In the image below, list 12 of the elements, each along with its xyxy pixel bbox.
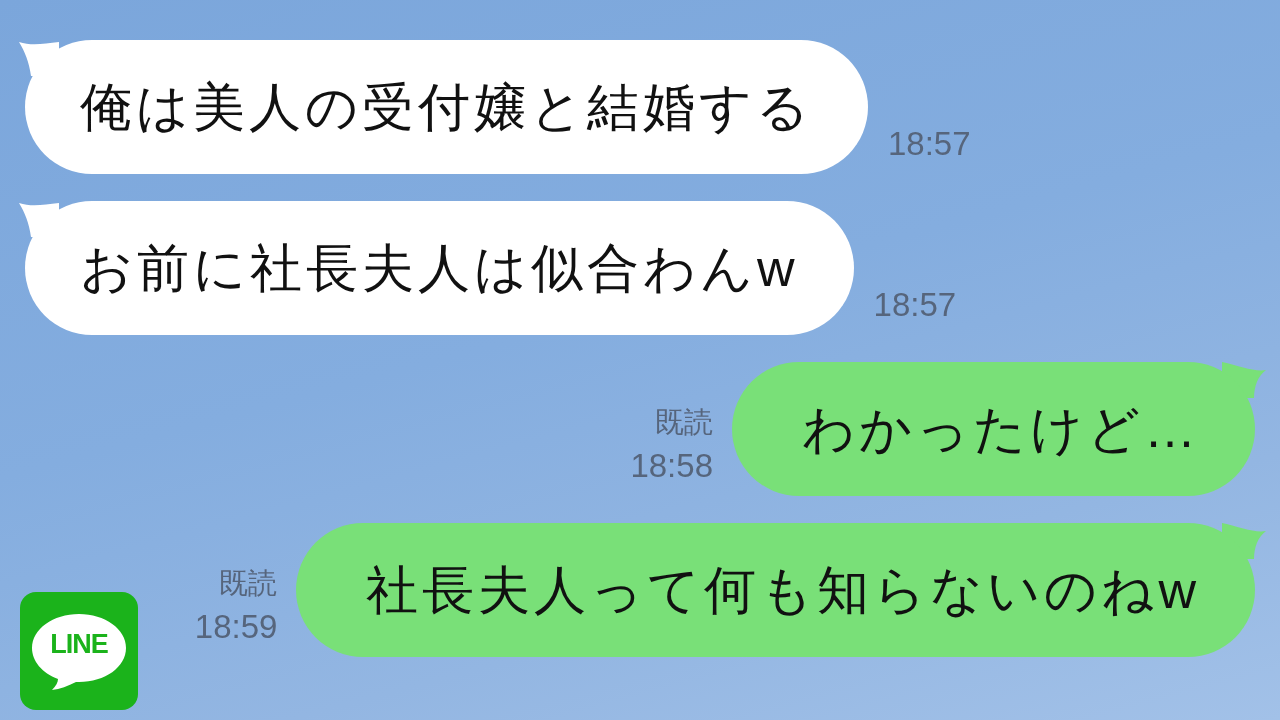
- speech-bubble-icon: [32, 614, 126, 690]
- timestamp: 18:58: [630, 449, 713, 482]
- read-receipt: 既読: [655, 408, 713, 437]
- message-bubble: 社長夫人って何も知らないのねw: [296, 523, 1255, 657]
- timestamp: 18:57: [888, 127, 971, 160]
- timestamp: 18:57: [873, 288, 957, 321]
- message-bubble: お前に社長夫人は似合わんw: [25, 201, 854, 335]
- message-bubble: わかったけど…: [732, 362, 1255, 496]
- read-receipt: 既読: [219, 569, 278, 598]
- message-bubble: 俺は美人の受付嬢と結婚する: [25, 40, 868, 174]
- logo-text: LINE: [50, 630, 108, 658]
- timestamp: 18:59: [194, 610, 278, 643]
